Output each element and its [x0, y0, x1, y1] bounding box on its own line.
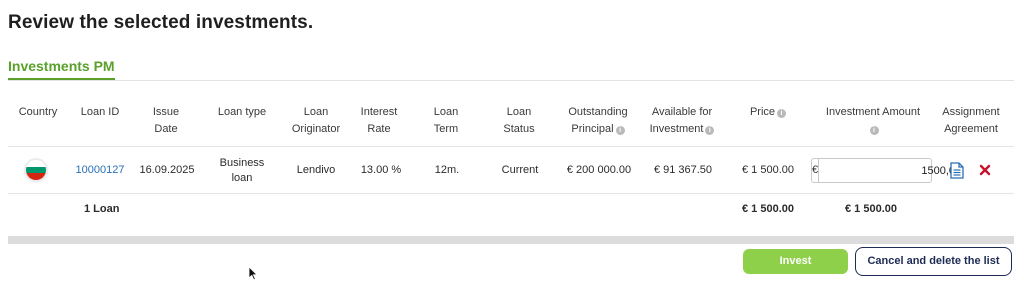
- tab-divider: [8, 80, 1014, 81]
- bulgaria-flag-icon: [26, 160, 46, 180]
- header-assignment-agreement: Assignment Agreement: [942, 106, 1000, 135]
- totals-loan-count: 1 Loan: [84, 203, 120, 215]
- invest-button[interactable]: Invest: [743, 249, 848, 274]
- header-investment-amount: Investment Amount i: [825, 106, 921, 135]
- info-icon[interactable]: i: [777, 109, 787, 118]
- document-icon[interactable]: [950, 162, 964, 179]
- currency-prefix: €: [812, 159, 820, 182]
- info-icon[interactable]: i: [615, 126, 625, 135]
- cancel-and-delete-button[interactable]: Cancel and delete the list: [855, 247, 1012, 276]
- loan-type: Business loan: [219, 157, 265, 184]
- horizontal-scrollbar[interactable]: [8, 236, 1014, 244]
- price: € 1 500.00: [742, 164, 794, 176]
- close-icon[interactable]: [979, 164, 991, 176]
- loan-status: Current: [501, 164, 539, 176]
- header-loan-type: Loan type: [217, 106, 267, 118]
- totals-investment-amount: € 1 500.00: [845, 203, 897, 215]
- loan-id-link[interactable]: 10000127: [72, 163, 128, 178]
- header-loan-status: Loan Status: [503, 106, 535, 135]
- header-interest-rate: Interest Rate: [360, 106, 398, 135]
- info-icon[interactable]: i: [705, 126, 715, 135]
- outstanding-principal: € 200 000.00: [566, 164, 632, 176]
- page-title: Review the selected investments.: [8, 12, 314, 33]
- header-issue-date: Issue Date: [152, 106, 180, 135]
- available-for-investment: € 91 367.50: [653, 164, 713, 176]
- header-loan-id: Loan ID: [80, 106, 120, 118]
- header-country: Country: [18, 106, 58, 118]
- loan-originator: Lendivo: [296, 164, 336, 176]
- header-price: Price i: [740, 104, 796, 121]
- row-divider: [8, 193, 1014, 194]
- header-outstanding-principal: Outstanding Principal i: [568, 106, 628, 135]
- info-icon[interactable]: i: [869, 126, 879, 135]
- header-divider: [8, 146, 1014, 147]
- header-loan-term: Loan Term: [433, 106, 459, 135]
- interest-rate: 13.00 %: [360, 164, 402, 176]
- header-available-for-investment: Available for Investment i: [643, 104, 721, 138]
- investment-amount-field: €: [811, 158, 986, 183]
- header-loan-originator: Loan Originator: [291, 106, 341, 135]
- mouse-cursor-icon: [248, 266, 258, 281]
- issue-date: 16.09.2025: [139, 164, 195, 176]
- loan-term: 12m.: [434, 164, 460, 176]
- tab-investments-pm[interactable]: Investments PM: [8, 58, 115, 80]
- totals-price: € 1 500.00: [742, 203, 794, 215]
